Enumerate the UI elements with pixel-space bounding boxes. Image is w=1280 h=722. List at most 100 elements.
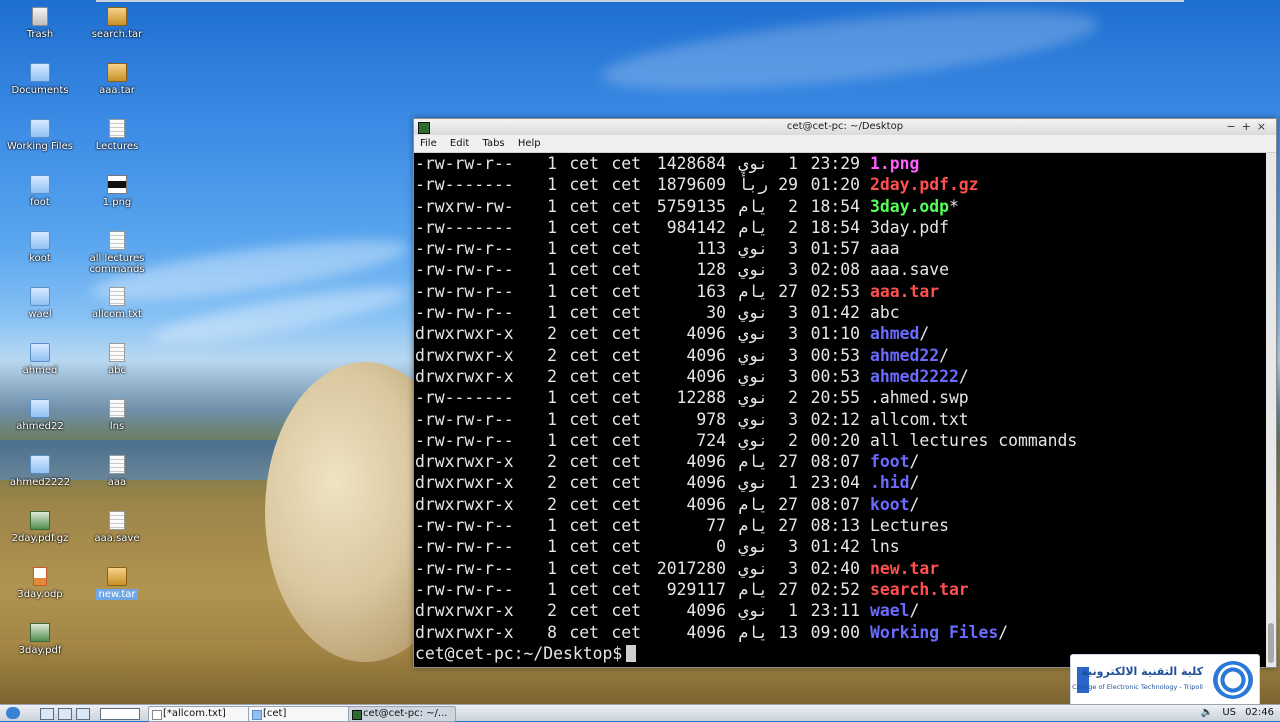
keyboard-layout[interactable]: US xyxy=(1222,707,1236,718)
menu-tabs[interactable]: Tabs xyxy=(482,138,504,149)
quicklaunch-terminal-icon[interactable] xyxy=(76,708,90,720)
filename-text: Working Files xyxy=(870,622,999,642)
filename-text: abc xyxy=(870,303,900,323)
listing-perm: -rw-rw-r-- xyxy=(415,430,514,450)
desktop-icon[interactable]: lns xyxy=(79,399,155,432)
window-controls: −+× xyxy=(1226,119,1272,135)
listing-size: 4096 xyxy=(686,452,726,472)
listing-row: drwxrwxr-x 8 cet cet 4096 يام 13 09:00 Working F… xyxy=(415,622,1266,643)
desktop-icon-label: 1.png xyxy=(102,197,132,208)
listing-group: cet xyxy=(611,494,641,514)
listing-day: 3 xyxy=(788,558,798,578)
listing-filename: aaa xyxy=(870,238,900,259)
listing-group: cet xyxy=(611,239,641,259)
listing-perm: drwxrwxr-x xyxy=(415,452,514,472)
desktop-icon[interactable]: Trash xyxy=(2,7,78,40)
desktop-icon[interactable]: abc xyxy=(79,343,155,376)
listing-time: 08:13 xyxy=(810,516,860,536)
desktop-icon[interactable]: Lectures xyxy=(79,119,155,152)
listing-perm: -rw------- xyxy=(415,388,514,408)
terminal-window[interactable]: cet@cet-pc: ~/Desktop −+× File Edit Tabs… xyxy=(413,118,1277,668)
listing-day: 3 xyxy=(788,537,798,557)
listing-group: cet xyxy=(611,516,641,536)
listing-day: 2 xyxy=(788,217,798,237)
listing-links: 1 xyxy=(547,196,557,216)
listing-links: 8 xyxy=(547,622,557,642)
desktop-icon-label: lns xyxy=(109,421,125,432)
desktop-icon-label: ahmed xyxy=(22,365,58,376)
listing-group: cet xyxy=(611,366,641,386)
archive-icon xyxy=(107,63,127,82)
listing-perm: -rw-rw-r-- xyxy=(415,281,514,301)
desktop-icon[interactable]: ahmed22 xyxy=(2,399,78,432)
minimize-button[interactable]: − xyxy=(1226,120,1241,133)
listing-size: 4096 xyxy=(686,345,726,365)
desktop-icon[interactable]: 3day.odp xyxy=(2,567,78,600)
quicklaunch-files-icon[interactable] xyxy=(40,708,54,720)
listing-row: drwxrwxr-x 2 cet cet 4096 نوي 1 23:04 .hid/ xyxy=(415,472,1266,493)
volume-icon[interactable]: 🔈 xyxy=(1201,707,1213,718)
quicklaunch-browser-icon[interactable] xyxy=(58,708,72,720)
desktop-icon[interactable]: Documents xyxy=(2,63,78,96)
listing-month: نوي xyxy=(738,537,768,557)
listing-month: نوي xyxy=(738,388,768,408)
desktop-icon[interactable]: aaa.tar xyxy=(79,63,155,96)
clock[interactable]: 02:46 xyxy=(1245,707,1274,718)
filename-text: lns xyxy=(870,537,900,557)
desktop-icon-label: Lectures xyxy=(95,141,139,152)
desktop-icon[interactable]: wael xyxy=(2,287,78,320)
desktop-icon[interactable]: ahmed2222 xyxy=(2,455,78,488)
folder-icon xyxy=(30,63,50,82)
terminal-scrollbar[interactable] xyxy=(1266,153,1276,667)
text-file-icon xyxy=(109,343,125,362)
desktop-icon[interactable]: search.tar xyxy=(79,7,155,40)
listing-user: cet xyxy=(569,260,599,280)
menu-edit[interactable]: Edit xyxy=(450,138,469,149)
desktop-icon[interactable]: koot xyxy=(2,231,78,264)
desktop-icon-label: foot xyxy=(30,197,50,208)
listing-row: -rw-rw-r-- 1 cet cet 0 نوي 3 01:42 lns xyxy=(415,536,1266,557)
start-menu-icon[interactable] xyxy=(6,707,20,719)
menu-file[interactable]: File xyxy=(420,138,437,149)
desktop-icon[interactable]: aaa xyxy=(79,455,155,488)
menu-help[interactable]: Help xyxy=(518,138,541,149)
close-button[interactable]: × xyxy=(1257,120,1272,133)
scrollbar-thumb[interactable] xyxy=(1268,623,1274,663)
filename-text: .ahmed.swp xyxy=(870,388,969,408)
listing-filename: koot/ xyxy=(870,494,919,515)
listing-links: 1 xyxy=(547,558,557,578)
workspace-switcher[interactable] xyxy=(100,708,140,720)
listing-filename: Working Files/ xyxy=(870,622,1008,643)
listing-day: 2 xyxy=(788,388,798,408)
terminal-titlebar[interactable]: cet@cet-pc: ~/Desktop −+× xyxy=(414,119,1276,135)
desktop-icon[interactable]: all lectures commands xyxy=(79,231,155,275)
listing-links: 2 xyxy=(547,324,557,344)
listing-day: 3 xyxy=(788,239,798,259)
listing-size: 4096 xyxy=(686,366,726,386)
listing-group: cet xyxy=(611,622,641,642)
desktop-icon-label: Trash xyxy=(26,29,54,40)
filename-suffix: / xyxy=(909,452,920,472)
desktop-icon[interactable]: 3day.pdf xyxy=(2,623,78,656)
listing-perm: -rw-rw-r-- xyxy=(415,558,514,578)
desktop-icon[interactable]: 2day.pdf.gz xyxy=(2,511,78,544)
desktop-icon[interactable]: foot xyxy=(2,175,78,208)
terminal-screen[interactable]: -rw-rw-r-- 1 cet cet 1428684 نوي 1 23:29 1.png -r… xyxy=(414,153,1266,667)
listing-user: cet xyxy=(569,601,599,621)
folder-icon xyxy=(30,287,50,306)
desktop-icon[interactable]: 1.png xyxy=(79,175,155,208)
desktop-icon[interactable]: aaa.save xyxy=(79,511,155,544)
desktop-icon[interactable]: allcom.txt xyxy=(79,287,155,320)
listing-user: cet xyxy=(569,217,599,237)
desktop-icon[interactable]: Working Files xyxy=(2,119,78,152)
maximize-button[interactable]: + xyxy=(1242,120,1257,133)
desktop-icon[interactable]: ahmed xyxy=(2,343,78,376)
desktop-icon-label: Documents xyxy=(11,85,69,96)
listing-month: نوي xyxy=(738,303,768,323)
desktop-icon[interactable]: new.tar xyxy=(79,567,155,600)
filename-suffix: / xyxy=(919,324,930,344)
filename-text: aaa.save xyxy=(870,260,949,280)
filename-suffix: / xyxy=(909,494,920,514)
listing-size: 77 xyxy=(706,516,726,536)
listing-links: 1 xyxy=(547,516,557,536)
